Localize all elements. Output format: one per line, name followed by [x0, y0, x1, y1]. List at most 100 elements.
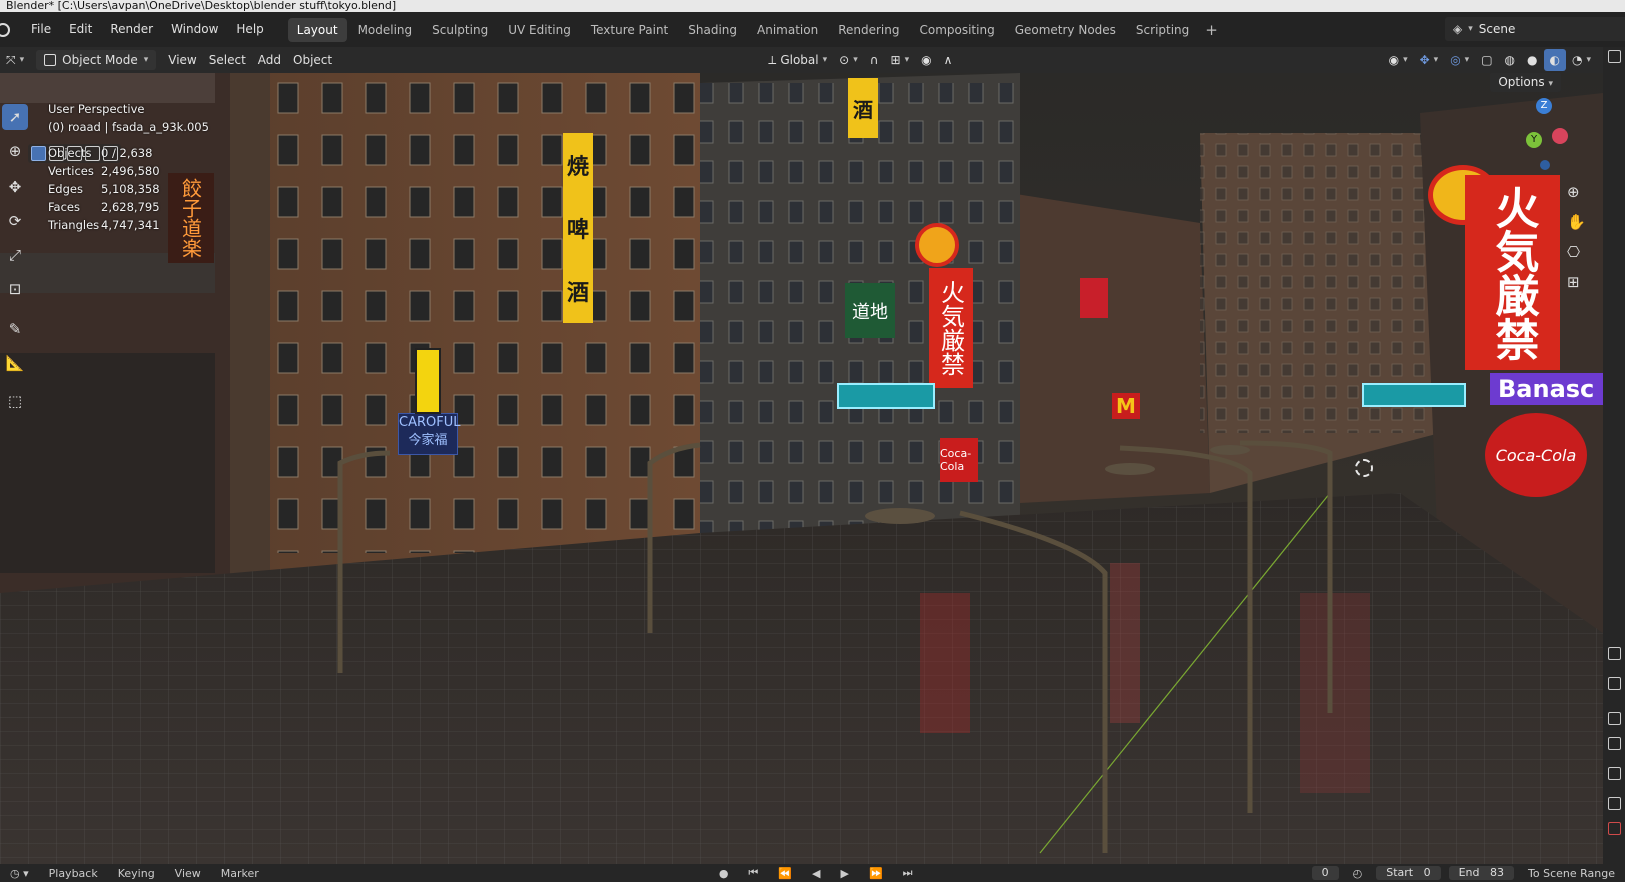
next-key-icon[interactable]: ⏩	[859, 867, 893, 880]
menu-playback[interactable]: Playback	[39, 867, 108, 880]
menu-file[interactable]: File	[22, 12, 60, 47]
shading-material[interactable]: ◐	[1543, 49, 1566, 71]
chevron-down-icon: ▾	[904, 55, 910, 65]
annotate-tool[interactable]: ✎	[2, 316, 28, 342]
play-icon[interactable]: ▶	[831, 867, 859, 880]
tab-rendering[interactable]: Rendering	[829, 18, 908, 42]
add-workspace-icon[interactable]: +	[1199, 21, 1224, 39]
sign-mcd: M	[1112, 393, 1140, 419]
menu-view[interactable]: View	[162, 49, 202, 71]
ortho-grid-icon[interactable]: ⊞	[1567, 273, 1580, 291]
current-frame-field[interactable]: 0	[1311, 866, 1339, 880]
xray-toggle[interactable]: ▢	[1475, 49, 1498, 71]
object-props-icon[interactable]	[1608, 822, 1621, 835]
output-props-icon[interactable]	[1608, 712, 1621, 725]
shading-rendered[interactable]: ◔ ▾	[1566, 49, 1597, 71]
overlay-toggle[interactable]: ◎ ▾	[1444, 49, 1475, 71]
zoom-icon[interactable]: ⊕	[1567, 183, 1580, 201]
end-frame-field[interactable]: End 83	[1448, 866, 1515, 880]
snap-toggle[interactable]: ∩	[864, 49, 885, 71]
view-layer-icon[interactable]	[1608, 737, 1621, 750]
menu-render[interactable]: Render	[101, 12, 162, 47]
visibility-button[interactable]: ◉ ▾	[1383, 49, 1414, 71]
menu-help[interactable]: Help	[227, 12, 272, 47]
view-name: User Perspective	[48, 102, 145, 116]
chevron-down-icon: ▾	[853, 55, 858, 65]
tool-props-icon[interactable]	[1608, 647, 1621, 660]
menu-object[interactable]: Object	[287, 49, 338, 71]
tab-animation[interactable]: Animation	[748, 18, 827, 42]
orientation-icon: ⟂	[768, 52, 777, 67]
gizmo-icon: ✥	[1419, 53, 1430, 67]
select-new-icon[interactable]	[31, 146, 46, 161]
scene-props-icon[interactable]	[1608, 767, 1621, 780]
add-cube-tool[interactable]: ⬚	[2, 388, 28, 414]
world-props-icon[interactable]	[1608, 797, 1621, 810]
sign-char-yakitori: 焼	[566, 154, 589, 180]
autokey-toggle[interactable]: ●	[709, 867, 739, 880]
mode-dropdown[interactable]: Object Mode ▾	[30, 49, 162, 71]
pivot-point-button[interactable]: ⊙ ▾	[833, 49, 864, 71]
tab-shading[interactable]: Shading	[679, 18, 746, 42]
menu-marker[interactable]: Marker	[211, 867, 269, 880]
3d-viewport[interactable]: 焼 啤 酒 酒 CAROFUL 今家福 餃子道楽 道地 火気厳禁 Coca-Co…	[0, 73, 1603, 864]
blender-logo-icon[interactable]	[0, 22, 10, 37]
render-props-icon[interactable]	[1608, 677, 1621, 690]
rotate-tool[interactable]: ⟳	[2, 208, 28, 234]
timeline-editor-icon[interactable]: ◷ ▾	[0, 867, 39, 880]
falloff-button[interactable]: ∧	[938, 49, 959, 71]
shading-wireframe[interactable]: ◍	[1499, 49, 1521, 71]
tab-compositing[interactable]: Compositing	[910, 18, 1003, 42]
start-frame-field[interactable]: Start 0	[1376, 866, 1441, 880]
prev-key-icon[interactable]: ⏪	[768, 867, 802, 880]
tab-uv-editing[interactable]: UV Editing	[499, 18, 580, 42]
menu-timeline-view[interactable]: View	[165, 867, 211, 880]
tab-geometry-nodes[interactable]: Geometry Nodes	[1006, 18, 1125, 42]
jump-start-icon[interactable]: ⏮	[738, 866, 768, 880]
sign-cyan-right	[1362, 383, 1466, 407]
tab-modeling[interactable]: Modeling	[349, 18, 422, 42]
menu-add[interactable]: Add	[252, 49, 287, 71]
tab-layout[interactable]: Layout	[287, 17, 347, 42]
shading-solid[interactable]: ●	[1521, 49, 1543, 71]
axes-icon: ⤧	[6, 52, 16, 67]
axis-y-icon: Y	[1526, 132, 1542, 148]
gizmo-toggle[interactable]: ✥ ▾	[1414, 49, 1445, 71]
outliner-icon[interactable]	[1608, 50, 1621, 63]
menu-keying[interactable]: Keying	[108, 867, 165, 880]
menu-edit[interactable]: Edit	[60, 12, 101, 47]
sign-yakitori: 焼 啤 酒	[563, 133, 593, 323]
clock-icon: ◴	[1352, 866, 1363, 880]
options-dropdown[interactable]: Options ▾	[1490, 73, 1561, 92]
editor-type-button[interactable]: ⤧ ▾	[0, 49, 30, 71]
to-scene-range-button[interactable]: To Scene Range	[1518, 867, 1625, 880]
stat-value: 0 / 2,638	[101, 146, 153, 160]
play-reverse-icon[interactable]: ◀	[802, 867, 830, 880]
cursor-tool[interactable]: ⊕	[2, 138, 28, 164]
menu-window[interactable]: Window	[162, 12, 227, 47]
measure-tool[interactable]: 📐	[2, 350, 28, 376]
jump-end-icon[interactable]: ⏭	[893, 866, 923, 880]
menu-select[interactable]: Select	[203, 49, 252, 71]
pan-hand-icon[interactable]: ✋	[1567, 213, 1586, 231]
mode-label: Object Mode	[62, 53, 138, 67]
tab-sculpting[interactable]: Sculpting	[423, 18, 497, 42]
chevron-down-icon: ▾	[1586, 55, 1592, 65]
navigation-gizmo[interactable]: Z Y	[1500, 98, 1568, 170]
scene-selector[interactable]: ◈ ▾ Scene	[1445, 17, 1625, 41]
camera-view-icon[interactable]: ⎔	[1567, 243, 1580, 261]
tab-texture-paint[interactable]: Texture Paint	[582, 18, 677, 42]
tab-scripting[interactable]: Scripting	[1127, 18, 1198, 42]
magnet-icon: ∩	[869, 53, 879, 67]
rotate-icon: ⟳	[8, 212, 22, 230]
end-value: 83	[1490, 866, 1505, 879]
move-tool[interactable]: ✥	[2, 174, 28, 200]
select-box-tool[interactable]: ➚	[2, 104, 28, 130]
snap-target-button[interactable]: ⊞ ▾	[885, 49, 916, 71]
start-label: Start	[1386, 866, 1414, 879]
transform-tool[interactable]: ⊡	[2, 276, 28, 302]
transform-orientation-dropdown[interactable]: ⟂ Global ▾	[762, 49, 833, 71]
sign-yellow-small	[415, 348, 441, 414]
scale-tool[interactable]: ⤢	[2, 242, 28, 268]
proportional-edit-toggle[interactable]: ◉	[915, 49, 937, 71]
